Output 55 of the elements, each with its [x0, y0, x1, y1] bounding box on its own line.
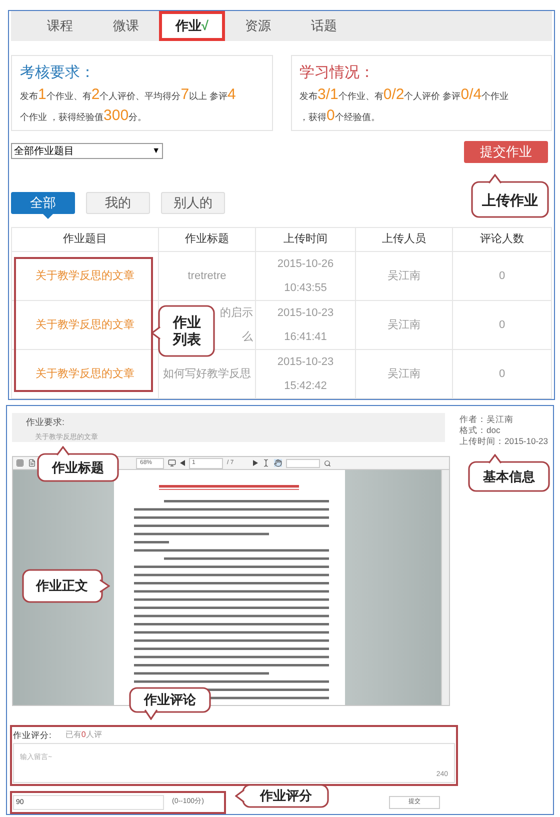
topic-select[interactable]: 全部作业题目 ▼ [11, 143, 163, 159]
callout-bubble [151, 305, 215, 357]
info-text: 作者：吴江南 [460, 414, 515, 424]
column-header: 上传时间 [256, 228, 356, 252]
nav-tab[interactable]: 课程 [27, 11, 93, 41]
callout-label: 作业评分 [260, 788, 312, 804]
hand-icon[interactable] [274, 459, 282, 467]
card-text: ，获得0个经验值。 [300, 106, 381, 126]
previous-page-icon[interactable] [180, 460, 185, 466]
next-page-icon[interactable] [253, 460, 258, 466]
page-view-icon[interactable] [28, 459, 36, 467]
rating-count: 已有0人评 [65, 729, 102, 741]
card-title: 学习情况： [300, 63, 376, 83]
card-text: 发布3/1个作业、有0/2个人评价 参评0/4个作业 [300, 84, 510, 104]
table-cell: 吴江南 [356, 300, 452, 350]
monitor-icon[interactable] [168, 459, 176, 467]
card-title: 考核要求： [20, 63, 96, 83]
rating-label: 作业评分: [13, 728, 52, 742]
search-field[interactable] [286, 458, 320, 468]
column-header: 评论人数 [452, 228, 552, 252]
column-header: 上传人员 [356, 228, 452, 252]
table-cell: tretretre [158, 252, 256, 300]
table-cell: 吴江南 [356, 350, 452, 398]
nav-tab[interactable]: 作业√ [159, 11, 225, 41]
column-header: 作业标题 [158, 228, 256, 252]
callout-label: 基本信息 [483, 469, 535, 485]
table-cell: 2015-10-23 15:42:42 [256, 350, 356, 398]
callout-label: 作业标题 [52, 460, 104, 476]
info-text: 格式：doc [460, 425, 502, 435]
grid-view-icon[interactable] [16, 459, 24, 467]
info-text: 上传时间：2015-10-23 [460, 436, 548, 446]
filter-tab[interactable]: 我的 [86, 192, 150, 214]
table-cell: 0 [452, 300, 552, 350]
requirement-label: 作业要求: [26, 416, 66, 429]
table-cell: 0 [452, 350, 552, 398]
nav-tab[interactable]: 资源 [225, 11, 291, 41]
scrollbar[interactable] [441, 470, 449, 705]
column-header: 作业题目 [12, 228, 158, 252]
submit-homework-button[interactable]: 提交作业 [464, 141, 548, 163]
table-cell: 2015-10-26 10:43:55 [256, 252, 356, 300]
tab-pointer [43, 214, 53, 219]
nav-tab[interactable]: 微课 [93, 11, 159, 41]
text-select-icon[interactable] [262, 459, 270, 467]
search-icon[interactable] [324, 460, 331, 466]
callout-label: 作业列表 [172, 314, 202, 348]
callout-label: 上传作业 [482, 192, 538, 208]
table-cell: 2015-10-23 16:41:41 [256, 300, 356, 350]
callout-label: 作业正文 [36, 578, 88, 594]
nav-tab[interactable]: 话题 [291, 11, 357, 41]
callout-label: 作业评论 [144, 692, 196, 708]
card-text: 个作业 ，获得经验值300分。 [20, 106, 148, 126]
table-cell: 吴江南 [356, 252, 452, 300]
table-cell: 0 [452, 252, 552, 300]
filter-tab[interactable]: 别人的 [161, 192, 225, 214]
card-text: 发布1个作业、有2个人评价、平均得分7以上 参评4 [20, 84, 237, 104]
